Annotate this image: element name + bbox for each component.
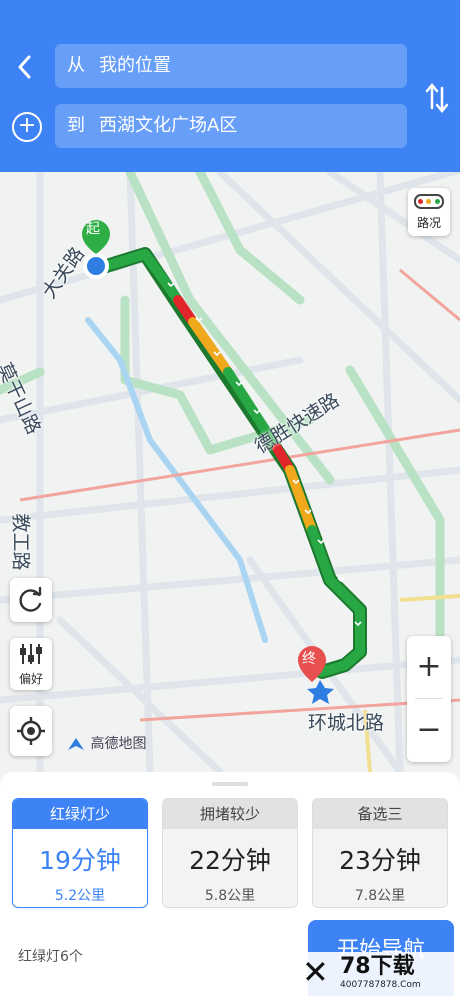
refresh-button[interactable] (10, 578, 52, 622)
route-time: 23分钟 (339, 846, 421, 875)
watermark: ✕ 78下载 4007787878.Com (298, 952, 460, 996)
swap-icon[interactable] (424, 78, 450, 118)
map-logo-text: 高德地图 (90, 736, 147, 752)
route-distance: 7.8公里 (354, 888, 406, 904)
map-logo: 高德地图 (66, 733, 146, 753)
add-icon[interactable]: + (12, 112, 42, 142)
zoom-out-button[interactable]: − (407, 699, 451, 761)
route-tag: 拥堵较少 (163, 799, 297, 829)
back-icon[interactable] (14, 52, 36, 82)
start-marker-label: 起 (86, 221, 100, 237)
current-location-dot (87, 257, 105, 275)
watermark-logo-icon: ✕ (302, 953, 329, 991)
route-card-1[interactable]: 红绿灯少 19分钟 5.2公里 (12, 798, 148, 908)
road-label-jiaogong: 教工路 (9, 513, 32, 571)
origin-value: 我的位置 (99, 55, 171, 76)
destination-star-icon (307, 680, 334, 704)
route-card-2[interactable]: 拥堵较少 22分钟 5.8公里 (162, 798, 298, 908)
origin-prefix: 从 (67, 55, 85, 76)
watermark-title: 78下载 (340, 954, 415, 979)
traffic-light-count: 红绿灯6个 (18, 949, 83, 965)
sheet-handle[interactable] (212, 782, 248, 786)
route-time: 22分钟 (189, 846, 271, 875)
traffic-label: 路况 (416, 216, 441, 230)
amap-logo-icon (68, 738, 84, 750)
zoom-controls: + − (407, 636, 451, 762)
route-tag: 红绿灯少 (13, 799, 147, 829)
end-marker-label: 终 (302, 651, 316, 667)
route-card-3[interactable]: 备选三 23分钟 7.8公里 (312, 798, 448, 908)
route-time: 19分钟 (39, 846, 121, 875)
locate-icon (17, 717, 45, 745)
route-distance: 5.2公里 (54, 888, 106, 904)
traffic-light-icon (414, 194, 444, 209)
destination-field[interactable]: 到 西湖文化广场A区 (55, 104, 407, 148)
origin-field[interactable]: 从 我的位置 (55, 44, 407, 88)
destination-prefix: 到 (67, 115, 85, 136)
route-distance: 5.8公里 (204, 888, 256, 904)
route-tag: 备选三 (313, 799, 447, 829)
road-label-huancheng: 环城北路 (308, 712, 385, 734)
preference-label: 偏好 (18, 672, 43, 686)
route-header: 从 我的位置 + 到 西湖文化广场A区 (0, 0, 460, 172)
watermark-url: 4007787878.Com (340, 980, 421, 990)
preference-button[interactable]: 偏好 (10, 638, 52, 690)
traffic-toggle-button[interactable]: 路况 (408, 188, 450, 236)
destination-value: 西湖文化广场A区 (99, 115, 238, 136)
zoom-in-button[interactable]: + (407, 636, 451, 698)
preference-icon (20, 644, 42, 664)
route-segment-slow (285, 465, 317, 535)
locate-button[interactable] (10, 706, 52, 756)
map-view[interactable]: 起 终 大关路 莫干山路 德胜快速路 教工路 环城北路 (0, 172, 460, 772)
refresh-icon (19, 586, 42, 612)
